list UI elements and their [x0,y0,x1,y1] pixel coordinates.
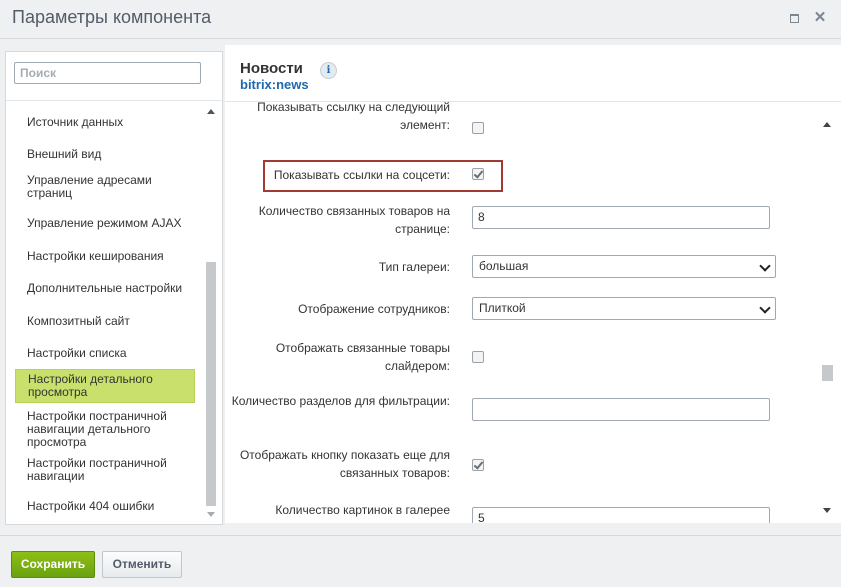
info-icon[interactable]: i [320,62,337,79]
scroll-down-icon[interactable] [207,512,215,517]
sidebar-item-label: Настройки списка [27,345,127,360]
sidebar-item-detail-pagination[interactable]: Настройки постраничной навигации детальн… [15,407,195,451]
component-code: bitrix:news [240,77,309,92]
param-input-filter-sections[interactable] [472,398,770,421]
param-checkbox-show-next-link[interactable] [472,122,484,134]
window-title: Параметры компонента [12,7,212,27]
sidebar-item-pagination[interactable]: Настройки постраничной навигации [15,455,195,485]
sidebar-item-composite[interactable]: Композитный сайт [15,310,195,332]
scroll-down-icon[interactable] [823,508,831,513]
select-value: Плиткой [479,301,526,315]
chevron-down-icon [759,302,771,314]
param-checkbox-related-slider[interactable] [472,351,484,363]
search-area [6,52,222,101]
sidebar-item-caching[interactable]: Настройки кеширования [15,245,195,267]
param-label-gallery-images: Количество картинок в галерее [275,503,450,517]
sidebar-item-label: Настройки постраничной навигации [27,456,167,483]
close-icon[interactable]: ✕ [812,10,828,26]
param-label-gallery-type: Тип галереи: [378,260,450,274]
sections-list: Источник данных Внешний вид Управление а… [6,102,204,522]
sidebar-item-label: Настройки 404 ошибки [27,498,155,513]
select-value: большая [479,259,529,273]
sidebar-item-404[interactable]: Настройки 404 ошибки [15,495,195,517]
sidebar-item-label: Дополнительные настройки [27,280,183,295]
param-label-show-next-link: Показывать ссылку на следующий элемент: [257,102,450,132]
sidebar-item-label: Управление адресами страниц [27,173,152,200]
param-checkbox-show-more-button[interactable] [472,459,484,471]
scroll-thumb[interactable] [822,365,833,381]
param-label-related-count: Количество связанных товаров на странице… [258,204,450,236]
sidebar-item-label: Внешний вид [27,146,102,161]
param-label-staff-display: Отображение сотрудников: [298,302,450,316]
sidebar-item-label: Источник данных [27,114,124,129]
param-input-gallery-images[interactable]: 5 [472,507,770,523]
sidebar-item-label: Настройки детального просмотра [28,372,153,399]
parameters-scrollbar[interactable] [820,110,836,523]
search-input[interactable] [14,62,201,84]
param-select-staff-display[interactable]: Плиткой [472,297,776,320]
scroll-up-icon[interactable] [823,122,831,127]
component-title: Новости [240,60,303,77]
sidebar-item-label: Управление режимом AJAX [27,215,182,230]
cancel-button[interactable]: Отменить [102,551,182,578]
sections-scrollbar[interactable] [204,102,219,522]
param-select-gallery-type[interactable]: большая [472,255,776,278]
scroll-thumb[interactable] [206,262,216,506]
sidebar-item-detail-settings[interactable]: Настройки детального просмотра [15,369,195,403]
param-label-social-links: Показывать ссылки на соцсети: [273,168,450,182]
sidebar-item-label: Настройки кеширования [27,248,164,263]
title-bar: Параметры компонента ✕ [0,0,841,39]
param-label-filter-sections: Количество разделов для фильтрации: [231,394,450,408]
param-label-show-more-button: Отображать кнопку показать еще для связа… [239,448,450,480]
chevron-down-icon [759,260,771,272]
parameters-panel: Новости i bitrix:news Показывать ссылку … [225,45,841,523]
param-checkbox-social-links[interactable] [472,168,484,180]
scroll-up-icon[interactable] [207,109,215,114]
sidebar-item-url-management[interactable]: Управление адресами страниц [15,172,195,202]
sidebar-item-appearance[interactable]: Внешний вид [15,143,195,165]
sidebar-item-list-settings[interactable]: Настройки списка [15,342,195,364]
maximize-icon[interactable] [786,10,802,26]
param-input-related-count[interactable]: 8 [472,206,770,229]
sidebar-item-ajax[interactable]: Управление режимом AJAX [15,212,195,234]
save-button[interactable]: Сохранить [11,551,95,578]
sidebar-item-data-source[interactable]: Источник данных [15,111,195,133]
dialog-footer: Сохранить Отменить [0,535,841,587]
sidebar-item-label: Настройки постраничной навигации детальн… [27,408,167,449]
sections-panel: Источник данных Внешний вид Управление а… [5,51,223,525]
sidebar-item-label: Композитный сайт [27,313,130,328]
param-label-related-slider: Отображать связанные товары слайдером: [275,341,450,373]
sidebar-item-additional[interactable]: Дополнительные настройки [15,277,195,299]
parameters-list: Показывать ссылку на следующий элемент: … [225,102,817,523]
